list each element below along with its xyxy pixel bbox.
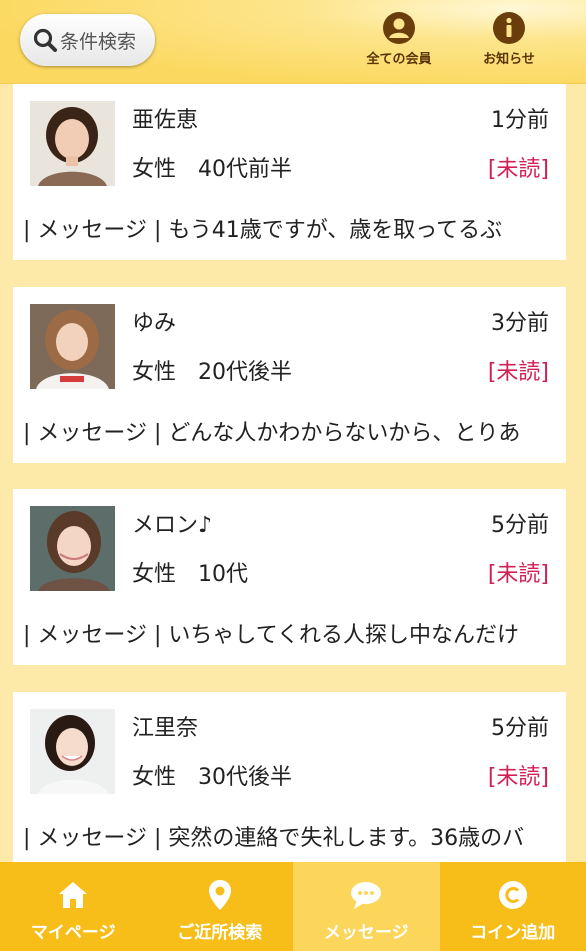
coin-icon xyxy=(498,881,527,909)
search-icon xyxy=(33,28,57,52)
message-time: 1分前 xyxy=(491,108,549,133)
sender-name: 亜佐恵 xyxy=(132,108,199,133)
sender-profile: 女性 20代後半 xyxy=(132,354,292,386)
message-time: 5分前 xyxy=(491,716,549,741)
nav-nearby-label: ご近所検索 xyxy=(177,923,263,943)
unread-status: [未読] xyxy=(487,360,549,385)
nav-mypage-label: マイページ xyxy=(30,923,116,943)
all-members-button[interactable]: 全ての会員 xyxy=(354,12,444,67)
sender-gender: 女性 xyxy=(132,562,177,587)
nav-mypage[interactable]: マイページ xyxy=(0,862,147,951)
bottom-nav: マイページ ご近所検索 メッセージ コイン追加 xyxy=(0,862,586,951)
nav-nearby-search[interactable]: ご近所検索 xyxy=(147,862,294,951)
nav-add-coin[interactable]: コイン追加 xyxy=(440,862,586,951)
condition-search-button[interactable]: 条件検索 xyxy=(20,14,155,66)
sender-age: 10代 xyxy=(198,562,249,587)
sender-name: 江里奈 xyxy=(132,716,199,741)
sender-age: 30代後半 xyxy=(198,765,293,790)
sender-profile: 女性 10代 xyxy=(132,556,248,588)
unread-status: [未読] xyxy=(487,562,549,587)
notice-button[interactable]: お知らせ xyxy=(464,12,554,67)
avatar xyxy=(30,709,115,794)
avatar xyxy=(30,506,115,591)
map-pin-icon xyxy=(208,880,231,910)
sender-gender: 女性 xyxy=(132,360,177,385)
sender-profile: 女性 40代前半 xyxy=(132,151,292,183)
message-preview: | メッセージ | いちゃしてくれる人探し中なんだけ xyxy=(23,623,520,648)
unread-status: [未読] xyxy=(487,157,549,182)
sender-name: ゆみ xyxy=(132,311,177,336)
message-time: 5分前 xyxy=(491,513,549,538)
all-members-label: 全ての会員 xyxy=(366,52,432,67)
message-item[interactable]: 江里奈 5分前 女性 30代後半 [未読] | メッセージ | 突然の連絡で失礼… xyxy=(13,692,566,868)
message-item[interactable]: メロン♪ 5分前 女性 10代 [未読] | メッセージ | いちゃしてくれる人… xyxy=(13,489,566,665)
sender-name: メロン♪ xyxy=(132,513,213,538)
message-preview: | メッセージ | どんな人かわからないから、とりあ xyxy=(23,421,521,446)
avatar xyxy=(30,101,115,186)
sender-gender: 女性 xyxy=(132,765,177,790)
chat-bubble-icon xyxy=(351,882,382,909)
notice-label: お知らせ xyxy=(483,52,535,67)
sender-age: 20代後半 xyxy=(198,360,293,385)
message-time: 3分前 xyxy=(491,311,549,336)
info-icon xyxy=(493,12,525,44)
avatar xyxy=(30,304,115,389)
message-item[interactable]: 亜佐恵 1分前 女性 40代前半 [未読] | メッセージ | もう41歳ですが… xyxy=(13,84,566,260)
unread-status: [未読] xyxy=(487,765,549,790)
condition-search-label: 条件検索 xyxy=(60,30,137,53)
sender-profile: 女性 30代後半 xyxy=(132,759,292,791)
sender-gender: 女性 xyxy=(132,157,177,182)
nav-coin-label: コイン追加 xyxy=(470,923,556,943)
nav-message[interactable]: メッセージ xyxy=(293,862,440,951)
sender-age: 40代前半 xyxy=(198,157,293,182)
message-preview: | メッセージ | 突然の連絡で失礼します。36歳のバ xyxy=(23,826,525,851)
top-header: 条件検索 全ての会員 お知らせ xyxy=(0,0,586,84)
user-icon xyxy=(383,12,415,44)
nav-message-label: メッセージ xyxy=(323,923,409,943)
home-icon xyxy=(59,882,88,908)
message-preview: | メッセージ | もう41歳ですが、歳を取ってるぶ xyxy=(23,218,503,243)
message-item[interactable]: ゆみ 3分前 女性 20代後半 [未読] | メッセージ | どんな人かわからな… xyxy=(13,287,566,463)
